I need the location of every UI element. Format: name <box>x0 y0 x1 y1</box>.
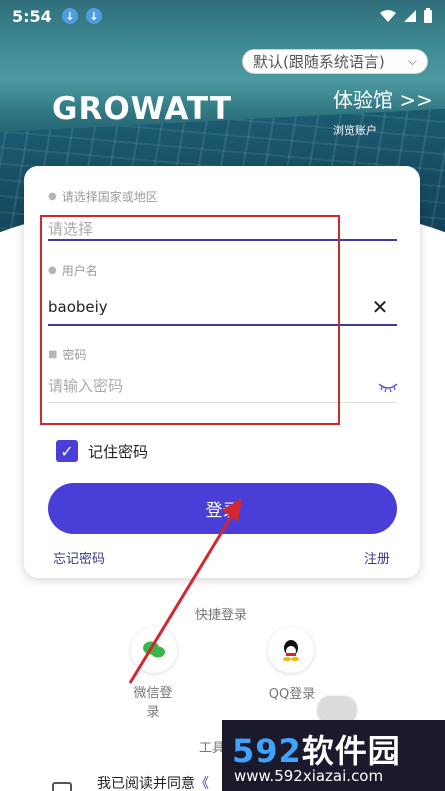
username-underline <box>48 324 397 326</box>
region-underline <box>48 239 397 241</box>
remember-label: 记住密码 <box>88 442 149 461</box>
language-value: 默认(跟随系统语言) <box>253 53 385 71</box>
status-bar: 5:54 ↓ ↓ <box>0 0 445 32</box>
quick-login-title: 快捷登录 <box>195 608 248 623</box>
password-underline <box>48 402 397 403</box>
agreement-link[interactable]: 《 <box>195 776 209 791</box>
download-icon: ↓ <box>61 8 78 24</box>
demo-subtitle: 浏览账户 <box>333 124 377 137</box>
growatt-logo: GROWATT <box>52 91 233 127</box>
region-label-text: 请选择国家或地区 <box>61 190 158 204</box>
lock-icon: ■ <box>48 349 58 360</box>
status-time: 5:54 <box>12 6 52 26</box>
signal-icon <box>404 10 416 22</box>
qq-icon <box>283 640 299 661</box>
clear-icon[interactable]: ✕ <box>370 297 390 317</box>
language-select[interactable]: 默认(跟随系统语言) ⌵ <box>242 49 428 74</box>
eye-closed-icon[interactable] <box>378 381 398 397</box>
watermark-number: 592 <box>232 732 302 770</box>
login-card: ● 请选择国家或地区 ● 用户名 ✕ ■ 密码 ✓ 记住密码 登录 忘记密码 注… <box>24 166 420 578</box>
watermark-brand: 592软件园 <box>232 726 401 772</box>
username-label-text: 用户名 <box>61 264 98 278</box>
user-icon: ● <box>48 265 57 276</box>
wifi-icon <box>380 10 396 22</box>
password-label: ■ 密码 <box>48 346 86 363</box>
game-controller-icon <box>318 696 356 722</box>
login-button[interactable]: 登录 <box>48 483 397 534</box>
username-label: ● 用户名 <box>48 262 98 279</box>
chevron-down-icon: ⌵ <box>407 54 417 68</box>
agreement-text: 我已阅读并同意《 <box>97 773 209 791</box>
watermark-text: 软件园 <box>301 732 401 770</box>
status-icons <box>379 8 433 24</box>
region-label: ● 请选择国家或地区 <box>48 188 158 205</box>
battery-icon <box>424 8 432 23</box>
forgot-password-link[interactable]: 忘记密码 <box>53 548 105 567</box>
password-input[interactable] <box>48 371 397 401</box>
wechat-login-button[interactable] <box>131 627 177 673</box>
globe-icon: ● <box>48 191 57 202</box>
password-label-text: 密码 <box>62 348 87 362</box>
wechat-login-label: 微信登录 <box>133 686 173 720</box>
demo-center-link[interactable]: 体验馆 >> <box>333 84 433 113</box>
username-input[interactable] <box>48 292 397 322</box>
agreement-checkbox[interactable] <box>52 782 72 791</box>
register-link[interactable]: 注册 <box>364 548 390 567</box>
check-icon[interactable]: ✓ <box>56 440 78 462</box>
watermark-url: www.592xiazai.com <box>234 767 384 785</box>
remember-password[interactable]: ✓ 记住密码 <box>56 440 148 462</box>
watermark-banner: 592软件园 www.592xiazai.com <box>222 720 445 791</box>
qq-login-button[interactable] <box>268 627 314 673</box>
download-icon: ↓ <box>85 8 102 24</box>
agreement-statement: 我已阅读并同意 <box>97 776 195 791</box>
qq-login-label: QQ登录 <box>268 687 316 702</box>
wechat-icon <box>143 641 165 658</box>
